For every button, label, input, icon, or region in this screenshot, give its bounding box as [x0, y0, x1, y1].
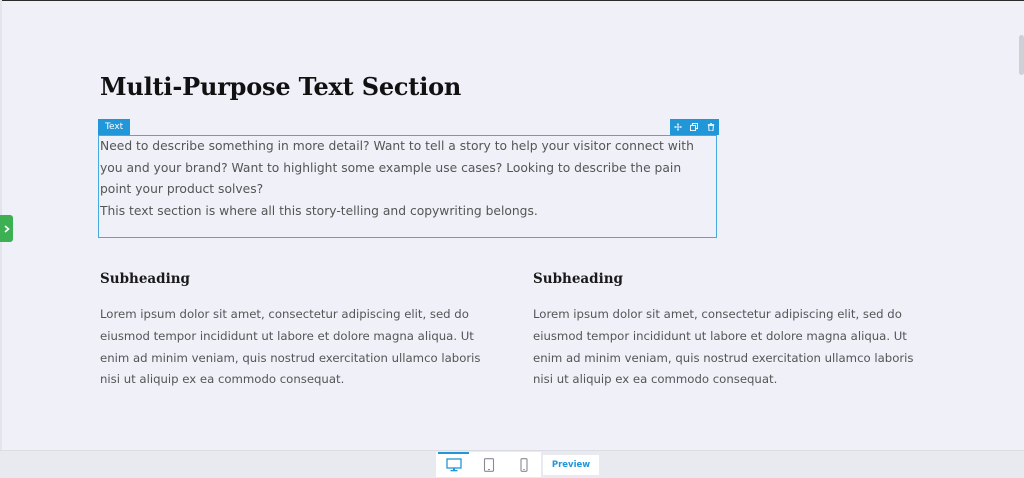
- device-tablet-button[interactable]: [471, 452, 506, 477]
- column-body-text[interactable]: Lorem ipsum dolor sit amet, consectetur …: [533, 304, 928, 391]
- module-type-tag: Text: [98, 119, 131, 135]
- device-desktop-button[interactable]: [436, 452, 471, 477]
- text-module-content[interactable]: Need to describe something in more detai…: [100, 136, 710, 223]
- device-switcher: [436, 452, 541, 477]
- preview-button[interactable]: Preview: [543, 455, 599, 475]
- page-title[interactable]: Multi-Purpose Text Section: [100, 72, 461, 101]
- tablet-icon: [483, 457, 494, 472]
- device-mobile-button[interactable]: [506, 452, 541, 477]
- vertical-scrollbar[interactable]: [1017, 2, 1024, 448]
- side-panel-toggle[interactable]: [0, 215, 13, 242]
- column-left: Subheading Lorem ipsum dolor sit amet, c…: [100, 268, 500, 391]
- chevron-right-icon: [3, 224, 10, 233]
- column-body-text[interactable]: Lorem ipsum dolor sit amet, consectetur …: [100, 304, 495, 391]
- module-toolbar: [670, 119, 719, 135]
- scrollbar-thumb[interactable]: [1019, 35, 1024, 75]
- text-module-paragraph: Need to describe something in more detai…: [100, 139, 694, 197]
- subheading[interactable]: Subheading: [100, 268, 500, 290]
- duplicate-icon[interactable]: [688, 121, 700, 133]
- text-module-paragraph: This text section is where all this stor…: [100, 204, 538, 219]
- mobile-icon: [519, 457, 528, 472]
- column-right: Subheading Lorem ipsum dolor sit amet, c…: [533, 268, 933, 391]
- move-icon[interactable]: [672, 121, 684, 133]
- delete-icon[interactable]: [705, 121, 717, 133]
- desktop-icon: [445, 457, 462, 471]
- subheading[interactable]: Subheading: [533, 268, 933, 290]
